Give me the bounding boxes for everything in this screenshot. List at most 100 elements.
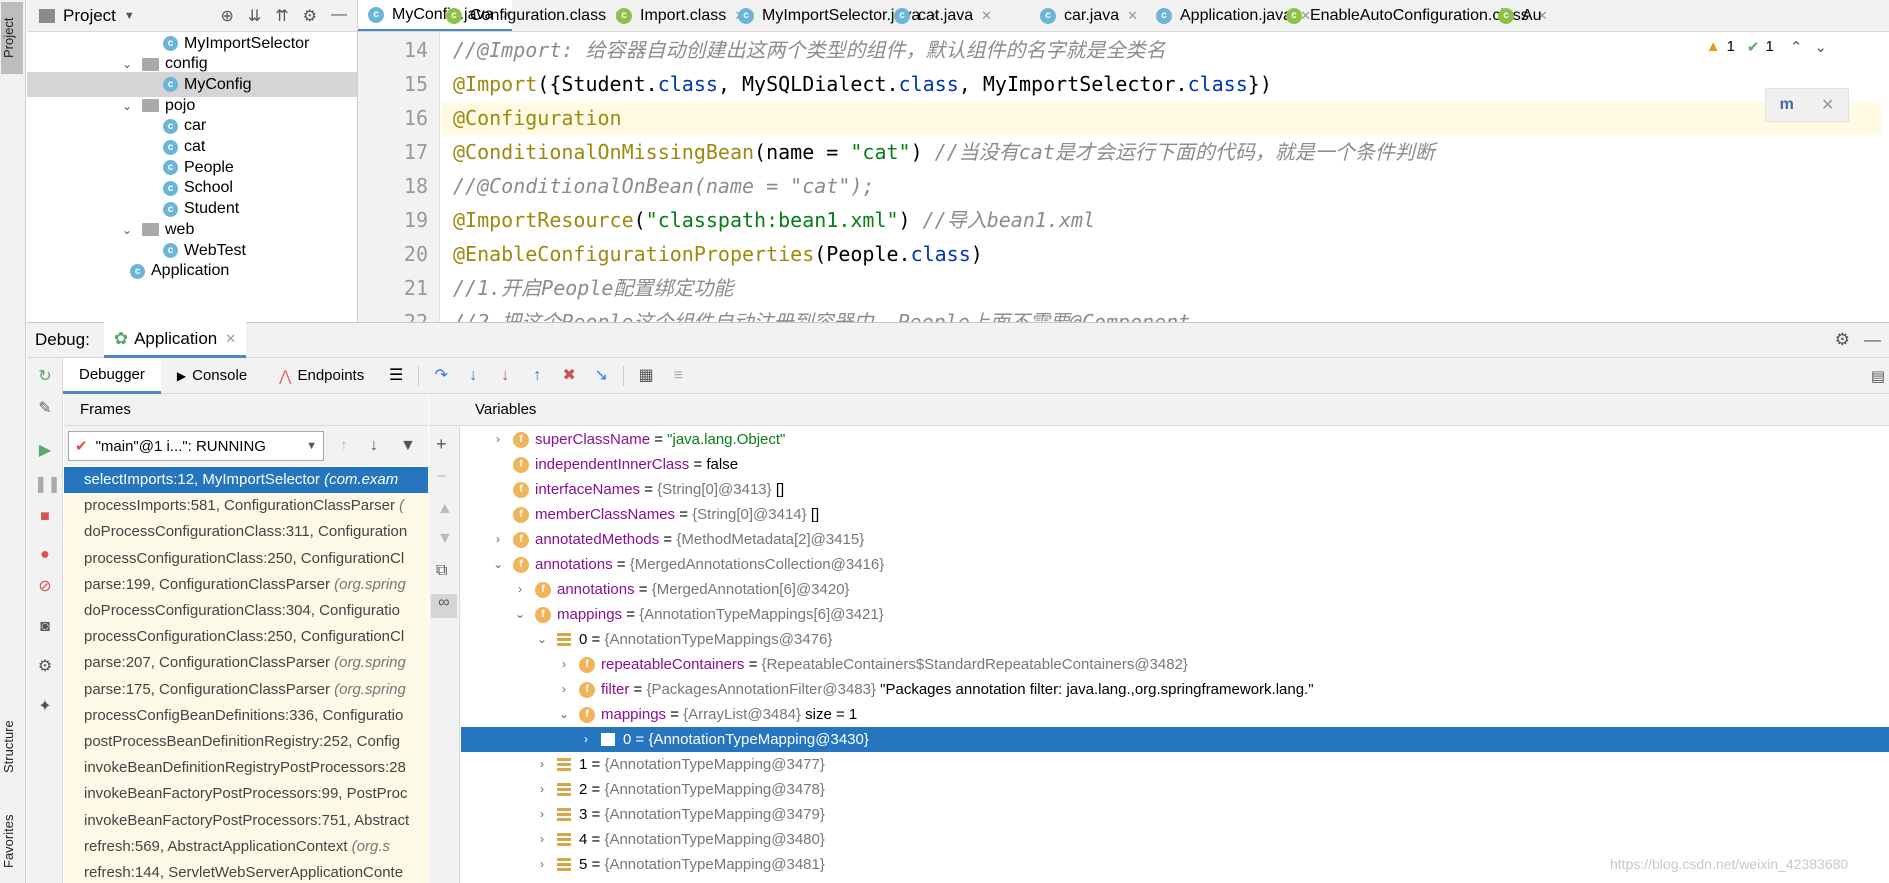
chevron-down-icon[interactable]: ⌄ [535,627,549,652]
chevron-down-icon[interactable]: ⌄ [120,57,134,71]
variable-row[interactable]: ⌄ f mappings = {ArrayList@3484} size = 1 [461,702,1889,727]
arrow-up-icon[interactable]: ↑ [340,437,348,455]
code-line[interactable]: @Import({Student.class, MySQLDialect.cla… [453,67,1272,101]
code-line[interactable]: @EnableConfigurationProperties(People.cl… [453,237,983,271]
menu-icon[interactable]: ☰ [385,365,407,387]
variable-row[interactable]: f memberClassNames = {String[0]@3414} [] [461,502,1889,527]
variable-row[interactable]: ⌄ f mappings = {AnnotationTypeMappings[6]@… [461,602,1889,627]
wrench-icon[interactable]: ✎ [34,398,56,420]
chevron-down-icon[interactable]: ⌄ [120,223,134,237]
project-tool-tab[interactable]: Project [1,2,23,74]
stack-frame[interactable]: doProcessConfigurationClass:311, Configu… [64,519,428,545]
locate-icon[interactable]: ⊕ [220,6,233,26]
stack-frame[interactable]: processConfigurationClass:250, Configura… [64,546,428,572]
stack-frame[interactable]: parse:175, ConfigurationClassParser (org… [64,677,428,703]
stack-frame[interactable]: postProcessBeanDefinitionRegistry:252, C… [64,729,428,755]
stack-frame[interactable]: invokeBeanFactoryPostProcessors:99, Post… [64,781,428,807]
tab-debugger[interactable]: Debugger [63,357,161,394]
copy-icon[interactable]: ⧉ [436,562,447,580]
variable-row[interactable]: › 3 = {AnnotationTypeMapping@3479} [461,802,1889,827]
editor-tab[interactable]: cImport.class✕ [606,0,745,31]
force-step-into-icon[interactable]: ↓ [494,365,516,387]
chevron-right-icon[interactable]: › [579,727,593,752]
expand-all-icon[interactable]: ⇊ [248,6,261,26]
variable-row[interactable]: › 2 = {AnnotationTypeMapping@3478} [461,777,1889,802]
pin-icon[interactable]: ✦ [34,696,56,718]
stack-frame[interactable]: processImports:581, ConfigurationClassPa… [64,493,428,519]
editor-tab[interactable]: c cat.java ✕ [884,0,992,31]
rerun-icon[interactable]: ↻ [34,366,56,388]
stack-frame[interactable]: refresh:569, AbstractApplicationContext … [64,834,428,860]
chevron-right-icon[interactable]: › [491,527,505,552]
run-to-cursor-icon[interactable]: ↘ [590,365,612,387]
pause-icon[interactable]: ❚❚ [34,474,61,496]
filter-icon[interactable]: ▼ [400,437,416,455]
chevron-up-icon[interactable]: ⌃ [1790,38,1803,56]
variable-row[interactable]: › 1 = {AnnotationTypeMapping@3477} [461,752,1889,777]
view-breakpoints-icon[interactable]: ● [34,544,56,566]
thread-selector[interactable]: ✔ "main"@1 i...": RUNNING ▼ [68,431,324,461]
step-over-icon[interactable]: ↷ [430,365,452,387]
variable-row[interactable]: › f annotatedMethods = {MethodMetadata[2]@… [461,527,1889,552]
move-up-icon[interactable]: ▲ [437,500,453,518]
code-line[interactable]: @Configuration [441,101,1881,135]
stack-frame[interactable]: parse:199, ConfigurationClassParser (org… [64,572,428,598]
trace-icon[interactable]: ≡ [667,365,689,387]
chevron-down-icon[interactable]: ▼ [124,10,135,22]
step-into-icon[interactable]: ↓ [462,365,484,387]
tab-console[interactable]: ▶ Console [161,358,263,394]
variable-row[interactable]: › f repeatableContainers = {RepeatableCont… [461,652,1889,677]
code-line[interactable]: //@Import: 给容器自动创建出这两个类型的组件，默认组件的名字就是全类名 [453,33,1165,67]
chevron-right-icon[interactable]: › [535,827,549,852]
stack-frame[interactable]: processConfigBeanDefinitions:336, Config… [64,703,428,729]
chevron-down-icon[interactable]: ⌄ [557,702,571,727]
chevron-down-icon[interactable]: ⌄ [513,602,527,627]
maven-reload-icon[interactable]: m [1780,96,1794,114]
gear-icon[interactable]: ⚙ [34,656,56,678]
code-line[interactable]: //2.把这个People这个组件自动注册到容器中, People上面不需要@C… [453,305,1190,322]
drop-frame-icon[interactable]: ✖ [558,365,580,387]
code-line[interactable]: @ImportResource("classpath:bean1.xml") /… [453,203,1095,237]
stack-frame[interactable]: parse:207, ConfigurationClassParser (org… [64,650,428,676]
project-view-selector[interactable]: Project [63,6,116,26]
chevron-right-icon[interactable]: › [513,577,527,602]
debug-session-tab[interactable]: ✿ Application ✕ [103,322,247,358]
stack-frame[interactable]: selectImports:12, MyImportSelector (com.… [64,467,428,493]
code-editor[interactable]: //2.把这个People这个组件自动注册到容器中, People上面不需要@C… [441,32,1889,322]
chevron-right-icon[interactable]: › [557,677,571,702]
gear-icon[interactable]: ⚙ [303,6,317,26]
chevron-right-icon[interactable]: › [535,852,549,877]
variable-row[interactable]: › f superClassName = "java.lang.Object" [461,427,1889,452]
glasses-icon[interactable]: ∞ [431,594,457,618]
chevron-right-icon[interactable]: › [535,802,549,827]
variable-row[interactable]: f independentInnerClass = false [461,452,1889,477]
favorites-tool-tab[interactable]: Favorites [1,800,23,882]
hide-icon[interactable]: — [1864,330,1881,350]
variable-row[interactable]: › 4 = {AnnotationTypeMapping@3480} [461,827,1889,852]
stack-frame[interactable]: invokeBeanDefinitionRegistryPostProcesso… [64,755,428,781]
variable-row[interactable]: › f filter = {PackagesAnnotationFilter@348… [461,677,1889,702]
inspection-widget[interactable]: ▲ 1 ✔ 1 ⌃ ⌄ [1706,38,1827,56]
close-icon[interactable]: ✕ [1127,8,1138,24]
structure-tool-tab[interactable]: Structure [1,705,23,789]
close-icon[interactable]: ✕ [225,331,236,347]
editor-tab[interactable]: c Au [1488,0,1542,31]
maven-reload-popup[interactable]: m ✕ [1765,88,1849,122]
editor-tab[interactable]: c car.java ✕ [1030,0,1138,31]
gear-icon[interactable]: ⚙ [1835,330,1850,350]
layout-icon[interactable]: ▤ [1871,367,1885,385]
stack-frame[interactable]: refresh:144, ServletWebServerApplication… [64,860,428,883]
collapse-all-icon[interactable]: ⇈ [275,6,288,26]
chevron-right-icon[interactable]: › [535,752,549,777]
stop-icon[interactable]: ■ [34,506,56,528]
mute-breakpoints-icon[interactable]: ⊘ [34,576,56,598]
variable-row[interactable]: f interfaceNames = {String[0]@3413} [] [461,477,1889,502]
remove-watch-icon[interactable]: − [436,466,447,487]
move-down-icon[interactable]: ▼ [437,530,453,548]
close-icon[interactable]: ✕ [981,8,992,24]
camera-icon[interactable]: ◙ [34,616,56,638]
editor-tab[interactable]: cConfiguration.class✕ [436,0,625,31]
variable-row[interactable]: ⌄ 0 = {AnnotationTypeMappings@3476} [461,627,1889,652]
code-line[interactable]: //1.开启People配置绑定功能 [453,271,733,305]
chevron-down-icon[interactable]: ⌄ [120,99,134,113]
